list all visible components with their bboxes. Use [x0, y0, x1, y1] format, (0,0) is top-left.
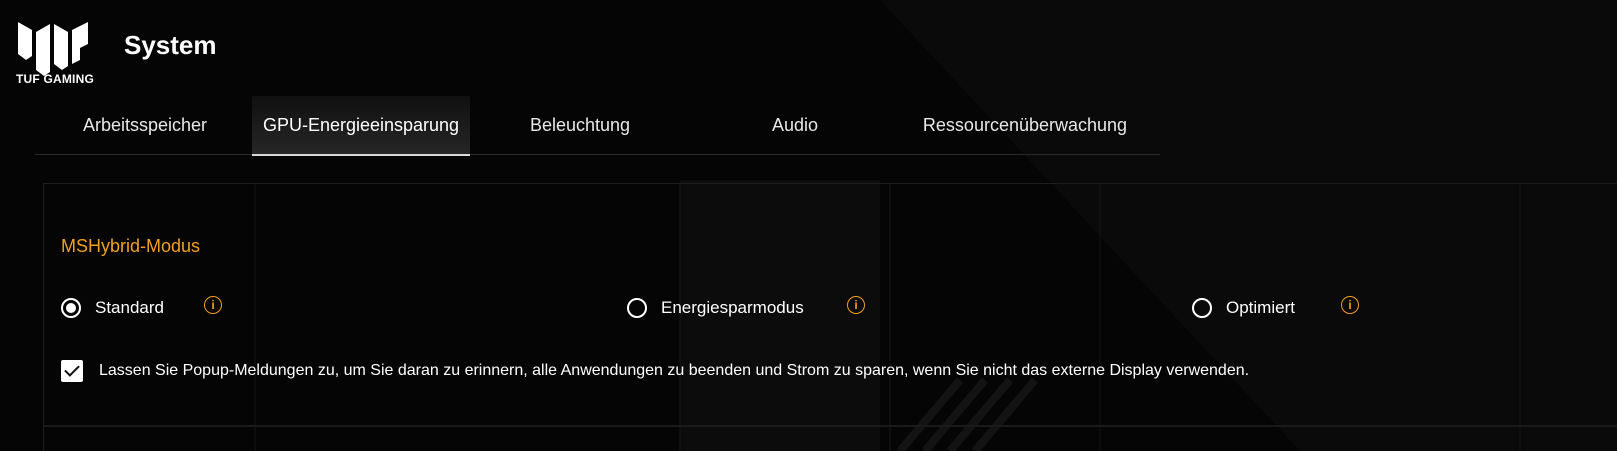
popup-reminder-option[interactable]: Lassen Sie Popup-Meldungen zu, um Sie da…: [61, 360, 1249, 382]
tab-label: Beleuchtung: [529, 114, 631, 135]
tab-label: GPU-Energieeinsparung: [262, 114, 460, 135]
radio-label: Standard: [95, 298, 164, 317]
radio-button[interactable]: [627, 298, 647, 318]
info-icon[interactable]: i: [847, 296, 865, 314]
popup-reminder-checkbox[interactable]: [61, 360, 83, 382]
checkbox-label: Lassen Sie Popup-Meldungen zu, um Sie da…: [99, 362, 1250, 379]
tab-beleuchtung[interactable]: Beleuchtung: [490, 96, 670, 154]
tab-ressourcenueberwachung[interactable]: Ressourcenüberwachung: [910, 96, 1140, 154]
tab-arbeitsspeicher[interactable]: Arbeitsspeicher: [55, 96, 235, 154]
radio-button[interactable]: [1192, 298, 1212, 318]
tab-label: Arbeitsspeicher: [82, 114, 208, 135]
radio-option-optimiert[interactable]: Optimiert: [1192, 295, 1295, 321]
radio-option-energiesparmodus[interactable]: Energiesparmodus: [627, 295, 804, 321]
tab-label: Audio: [771, 114, 819, 135]
tab-label: Ressourcenüberwachung: [922, 114, 1128, 135]
tab-gpu-energieeinsparung[interactable]: GPU-Energieeinsparung: [252, 96, 470, 156]
content-panel: [43, 183, 1617, 451]
tab-bar: Arbeitsspeicher GPU-Energieeinsparung Be…: [35, 96, 1160, 156]
radio-button[interactable]: [61, 298, 81, 318]
radio-option-standard[interactable]: Standard: [61, 295, 164, 321]
radio-label: Energiesparmodus: [661, 298, 804, 317]
logo-text: TUF GAMING: [16, 72, 94, 86]
info-icon[interactable]: i: [1341, 296, 1359, 314]
section-title: MSHybrid-Modus: [61, 236, 201, 256]
info-icon[interactable]: i: [204, 296, 222, 314]
tab-audio[interactable]: Audio: [705, 96, 885, 154]
app-window: TUF GAMING System Arbeitsspeicher GPU-En…: [0, 0, 1617, 451]
divider: [43, 425, 1617, 427]
radio-label: Optimiert: [1226, 298, 1295, 317]
page-title: System: [124, 30, 217, 60]
